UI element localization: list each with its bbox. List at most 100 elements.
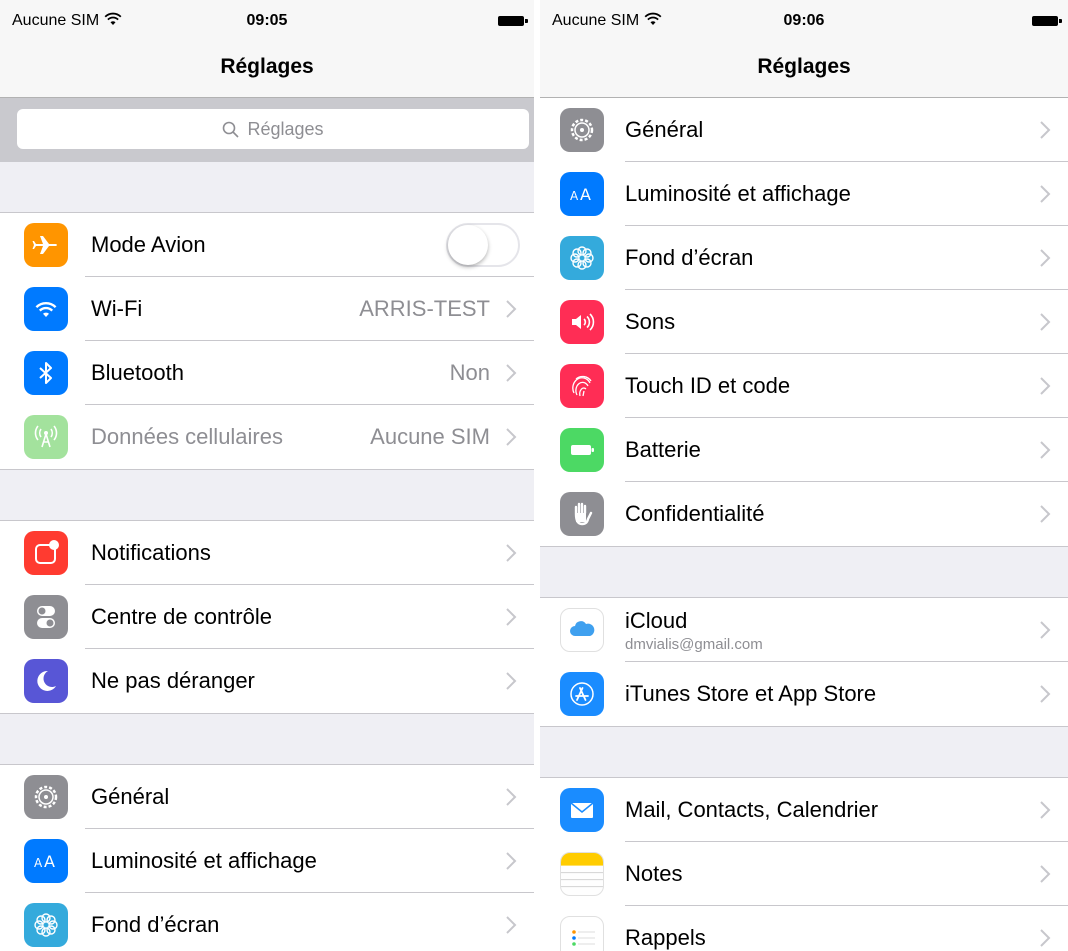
row-touch-id[interactable]: Touch ID et code (540, 353, 1068, 418)
row-icloud[interactable]: iCloud dmvialis@gmail.com (540, 598, 1068, 662)
row-label: Données cellulaires (91, 424, 283, 449)
text-size-icon: AA (24, 839, 68, 883)
row-fond-ecran[interactable]: Fond d’écran (540, 225, 1068, 290)
row-luminosite[interactable]: AA Luminosité et affichage (540, 161, 1068, 226)
row-mail-contacts-calendrier[interactable]: Mail, Contacts, Calendrier (540, 778, 1068, 842)
chevron-right-icon (506, 852, 517, 870)
settings-list[interactable]: Général AA Luminosité et affichage Fond … (540, 98, 1068, 951)
row-label: Centre de contrôle (91, 604, 272, 629)
status-time: 09:05 (246, 12, 288, 29)
row-sublabel: dmvialis@gmail.com (625, 636, 763, 653)
settings-group-notifications: Notifications Centre de contrôle Ne pas … (0, 520, 534, 714)
row-bluetooth[interactable]: Bluetooth Non (0, 340, 534, 405)
icloud-icon (560, 608, 604, 652)
settings-group-general: Général AA Luminosité et affichage Fond … (0, 764, 534, 951)
chevron-right-icon (1040, 685, 1051, 703)
mail-icon (560, 788, 604, 832)
row-fond-ecran[interactable]: Fond d’écran (0, 892, 534, 951)
chevron-right-icon (1040, 801, 1051, 819)
search-input[interactable]: Réglages (17, 109, 529, 149)
chevron-right-icon (1040, 505, 1051, 523)
row-label: Mode Avion (91, 232, 206, 257)
row-ne-pas-deranger[interactable]: Ne pas déranger (0, 648, 534, 713)
wallpaper-flower-icon (560, 236, 604, 280)
settings-group-accounts: iCloud dmvialis@gmail.com iTunes Store e… (540, 597, 1068, 727)
gear-icon (560, 108, 604, 152)
settings-group-device: Général AA Luminosité et affichage Fond … (540, 98, 1068, 547)
row-general[interactable]: Général (540, 98, 1068, 162)
row-confidentialite[interactable]: Confidentialité (540, 481, 1068, 546)
row-label: Luminosité et affichage (91, 848, 317, 873)
settings-list[interactable]: Réglages Mode Avion Wi-Fi ARRIS-TEST Blu… (0, 98, 534, 951)
row-label: iTunes Store et App Store (625, 681, 877, 706)
row-notifications[interactable]: Notifications (0, 521, 534, 585)
toggle-knob (448, 225, 488, 265)
speaker-icon (560, 300, 604, 344)
wallpaper-flower-icon (24, 903, 68, 947)
row-sons[interactable]: Sons (540, 289, 1068, 354)
row-label: Fond d’écran (91, 912, 220, 937)
row-label: Touch ID et code (625, 373, 791, 398)
control-center-icon (24, 595, 68, 639)
chevron-right-icon (506, 428, 517, 446)
chevron-right-icon (506, 608, 517, 626)
search-icon (223, 121, 240, 138)
row-batterie[interactable]: Batterie (540, 417, 1068, 482)
row-notes[interactable]: Notes (540, 841, 1068, 906)
row-label: Confidentialité (625, 501, 765, 526)
status-bar: Aucune SIM 09:05 (0, 0, 534, 38)
row-itunes-app-store[interactable]: iTunes Store et App Store (540, 661, 1068, 726)
row-luminosite[interactable]: AA Luminosité et affichage (0, 828, 534, 893)
svg-text:A: A (44, 852, 55, 871)
settings-group-connectivity: Mode Avion Wi-Fi ARRIS-TEST Bluetooth No… (0, 212, 534, 470)
status-time: 09:06 (783, 12, 825, 29)
row-value: Non (449, 360, 490, 385)
row-donnees-cellulaires[interactable]: Données cellulaires Aucune SIM (0, 404, 534, 469)
fingerprint-icon (560, 364, 604, 408)
page-title: Réglages (757, 55, 851, 78)
chevron-right-icon (1040, 249, 1051, 267)
wifi-icon (24, 287, 68, 331)
row-label: Notifications (91, 540, 211, 565)
row-wifi[interactable]: Wi-Fi ARRIS-TEST (0, 276, 534, 341)
chevron-right-icon (1040, 121, 1051, 139)
row-value: ARRIS-TEST (359, 296, 490, 321)
row-label: Général (91, 784, 170, 809)
reminders-icon (560, 916, 604, 951)
row-label: iCloud (625, 608, 688, 633)
chevron-right-icon (506, 916, 517, 934)
settings-group-apps: Mail, Contacts, Calendrier Notes Rappels (540, 777, 1068, 951)
svg-text:A: A (580, 185, 591, 204)
row-value: Aucune SIM (370, 424, 490, 449)
row-label: Mail, Contacts, Calendrier (625, 797, 879, 822)
row-mode-avion[interactable]: Mode Avion (0, 213, 534, 277)
notes-icon (560, 852, 604, 896)
svg-text:A: A (34, 856, 43, 870)
battery-status-icon (498, 16, 528, 26)
row-label: Ne pas déranger (91, 668, 255, 693)
row-label: Luminosité et affichage (625, 181, 851, 206)
row-rappels[interactable]: Rappels (540, 905, 1068, 951)
svg-text:A: A (570, 189, 579, 203)
row-label: Sons (625, 309, 676, 334)
row-label: Notes (625, 861, 683, 886)
chevron-right-icon (506, 544, 517, 562)
row-label: Général (625, 117, 704, 142)
row-label: Wi-Fi (91, 296, 143, 321)
chevron-right-icon (1040, 313, 1051, 331)
navigation-bar: Réglages (0, 38, 534, 98)
chevron-right-icon (1040, 865, 1051, 883)
notifications-icon (24, 531, 68, 575)
chevron-right-icon (1040, 377, 1051, 395)
airplane-mode-toggle[interactable] (446, 223, 520, 267)
chevron-right-icon (1040, 929, 1051, 947)
bluetooth-icon (24, 351, 68, 395)
row-general[interactable]: Général (0, 765, 534, 829)
row-label: Bluetooth (91, 360, 184, 385)
row-label: Fond d’écran (625, 245, 754, 270)
battery-icon (560, 428, 604, 472)
battery-status-icon (1032, 16, 1062, 26)
row-centre-de-controle[interactable]: Centre de contrôle (0, 584, 534, 649)
page-title: Réglages (220, 55, 314, 78)
row-label: Rappels (625, 925, 706, 950)
